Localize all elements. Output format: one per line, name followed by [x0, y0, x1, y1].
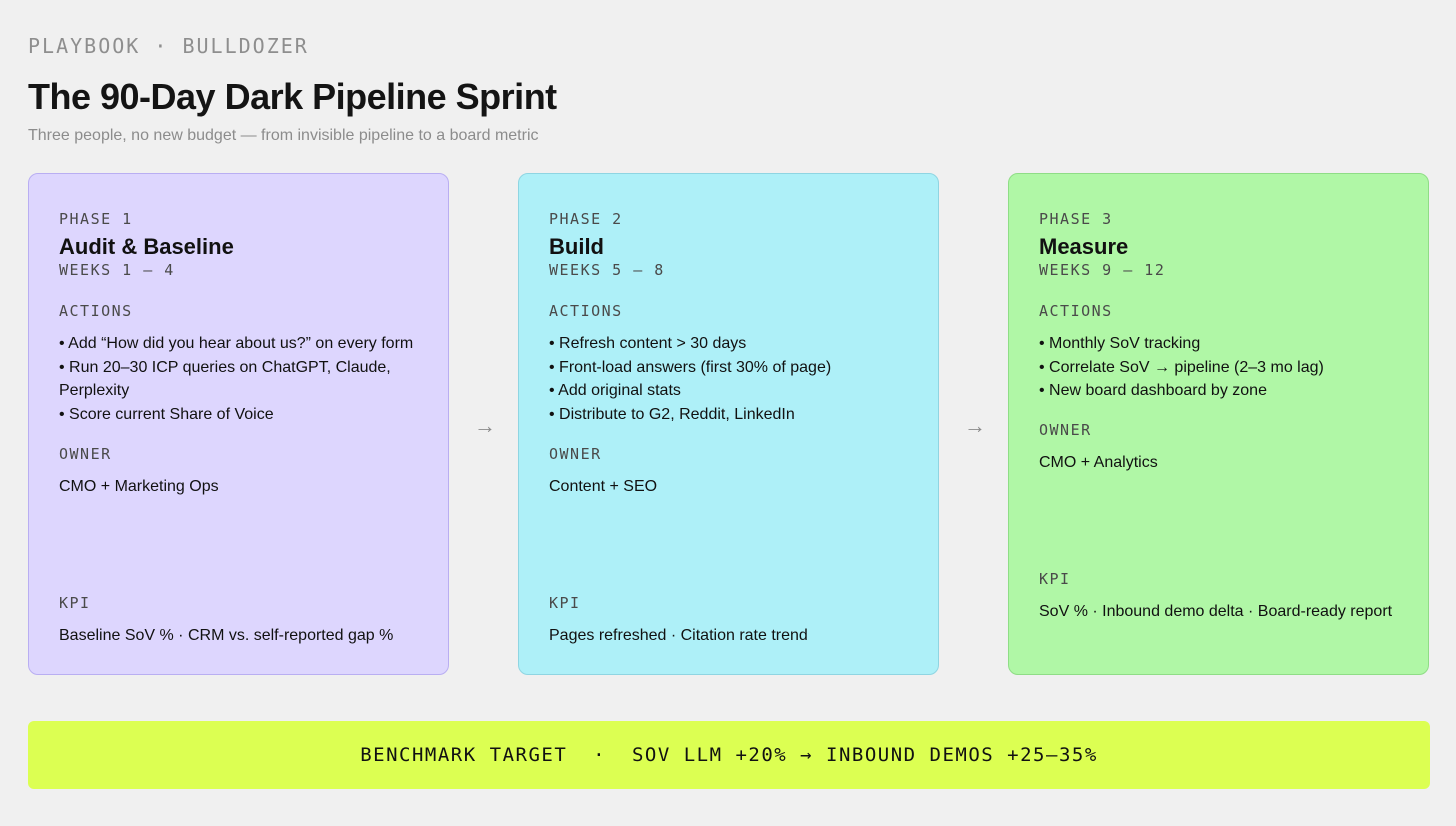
action-item: • Run 20–30 ICP queries on ChatGPT, Clau…	[59, 358, 391, 400]
kpi-block: KPI Pages refreshed · Citation rate tren…	[549, 594, 908, 648]
arrow-right-icon: →	[964, 413, 986, 438]
page-subtitle: Three people, no new budget — from invis…	[28, 127, 539, 144]
phase-label: PHASE 1	[59, 210, 133, 228]
actions-label: ACTIONS	[1039, 302, 1113, 320]
phase-weeks: WEEKS 1 – 4	[59, 261, 175, 279]
phase-title: Measure	[1039, 234, 1129, 259]
kpi-label: KPI	[549, 594, 581, 612]
phase-label: PHASE 3	[1039, 210, 1113, 228]
kpi-value: SoV % · Inbound demo delta · Board-ready…	[1039, 603, 1393, 620]
phase-card-2: PHASE 2 Build WEEKS 5 – 8 ACTIONS • Refr…	[518, 173, 939, 675]
owner-value: CMO + Marketing Ops	[59, 477, 219, 495]
action-item: • Front-load answers (first 30% of page)	[549, 358, 832, 376]
actions-list: • Add “How did you hear about us?” on ev…	[59, 332, 418, 427]
kpi-block: KPI Baseline SoV % · CRM vs. self-report…	[59, 594, 418, 648]
phase-card-1: PHASE 1 Audit & Baseline WEEKS 1 – 4 ACT…	[28, 173, 449, 675]
owner-value: CMO + Analytics	[1039, 454, 1158, 472]
action-item: • Distribute to G2, Reddit, LinkedIn	[549, 406, 795, 424]
phase-weeks: WEEKS 9 – 12	[1039, 261, 1166, 279]
action-item: • Add “How did you hear about us?” on ev…	[59, 335, 414, 352]
action-item: • Score current Share of Voice	[59, 406, 274, 424]
kpi-value: Pages refreshed · Citation rate trend	[549, 627, 808, 644]
eyebrow-label: PLAYBOOK · BULLDOZER	[28, 34, 309, 58]
phase-weeks: WEEKS 5 – 8	[549, 261, 665, 279]
kpi-value: Baseline SoV % · CRM vs. self-reported g…	[59, 627, 394, 644]
phase-card-3: PHASE 3 Measure WEEKS 9 – 12 ACTIONS • M…	[1008, 173, 1429, 675]
page-title: The 90-Day Dark Pipeline Sprint	[28, 76, 557, 117]
arrow-right-icon: →	[474, 413, 496, 438]
kpi-label: KPI	[59, 594, 91, 612]
actions-label: ACTIONS	[549, 302, 623, 320]
owner-value: Content + SEO	[549, 477, 658, 495]
action-item: • Refresh content > 30 days	[549, 335, 747, 352]
action-item: • Monthly SoV tracking	[1039, 335, 1201, 352]
action-item: • New board dashboard by zone	[1039, 382, 1267, 400]
phase-title: Audit & Baseline	[59, 234, 234, 259]
owner-label: OWNER	[549, 444, 602, 463]
action-item: • Correlate SoV → pipeline (2–3 mo lag)	[1039, 358, 1324, 376]
phase-label: PHASE 2	[549, 210, 623, 228]
kpi-block: KPI SoV % · Inbound demo delta · Board-r…	[1039, 570, 1398, 624]
actions-label: ACTIONS	[59, 302, 133, 320]
benchmark-banner: BENCHMARK TARGET · SOV LLM +20% → INBOUN…	[28, 721, 1430, 789]
actions-list: • Monthly SoV tracking • Correlate SoV →…	[1039, 332, 1398, 403]
phase-title: Build	[549, 234, 604, 259]
actions-list: • Refresh content > 30 days • Front-load…	[549, 332, 908, 427]
owner-label: OWNER	[1039, 421, 1092, 440]
kpi-label: KPI	[1039, 570, 1071, 588]
action-item: • Add original stats	[549, 382, 681, 400]
owner-label: OWNER	[59, 444, 112, 463]
